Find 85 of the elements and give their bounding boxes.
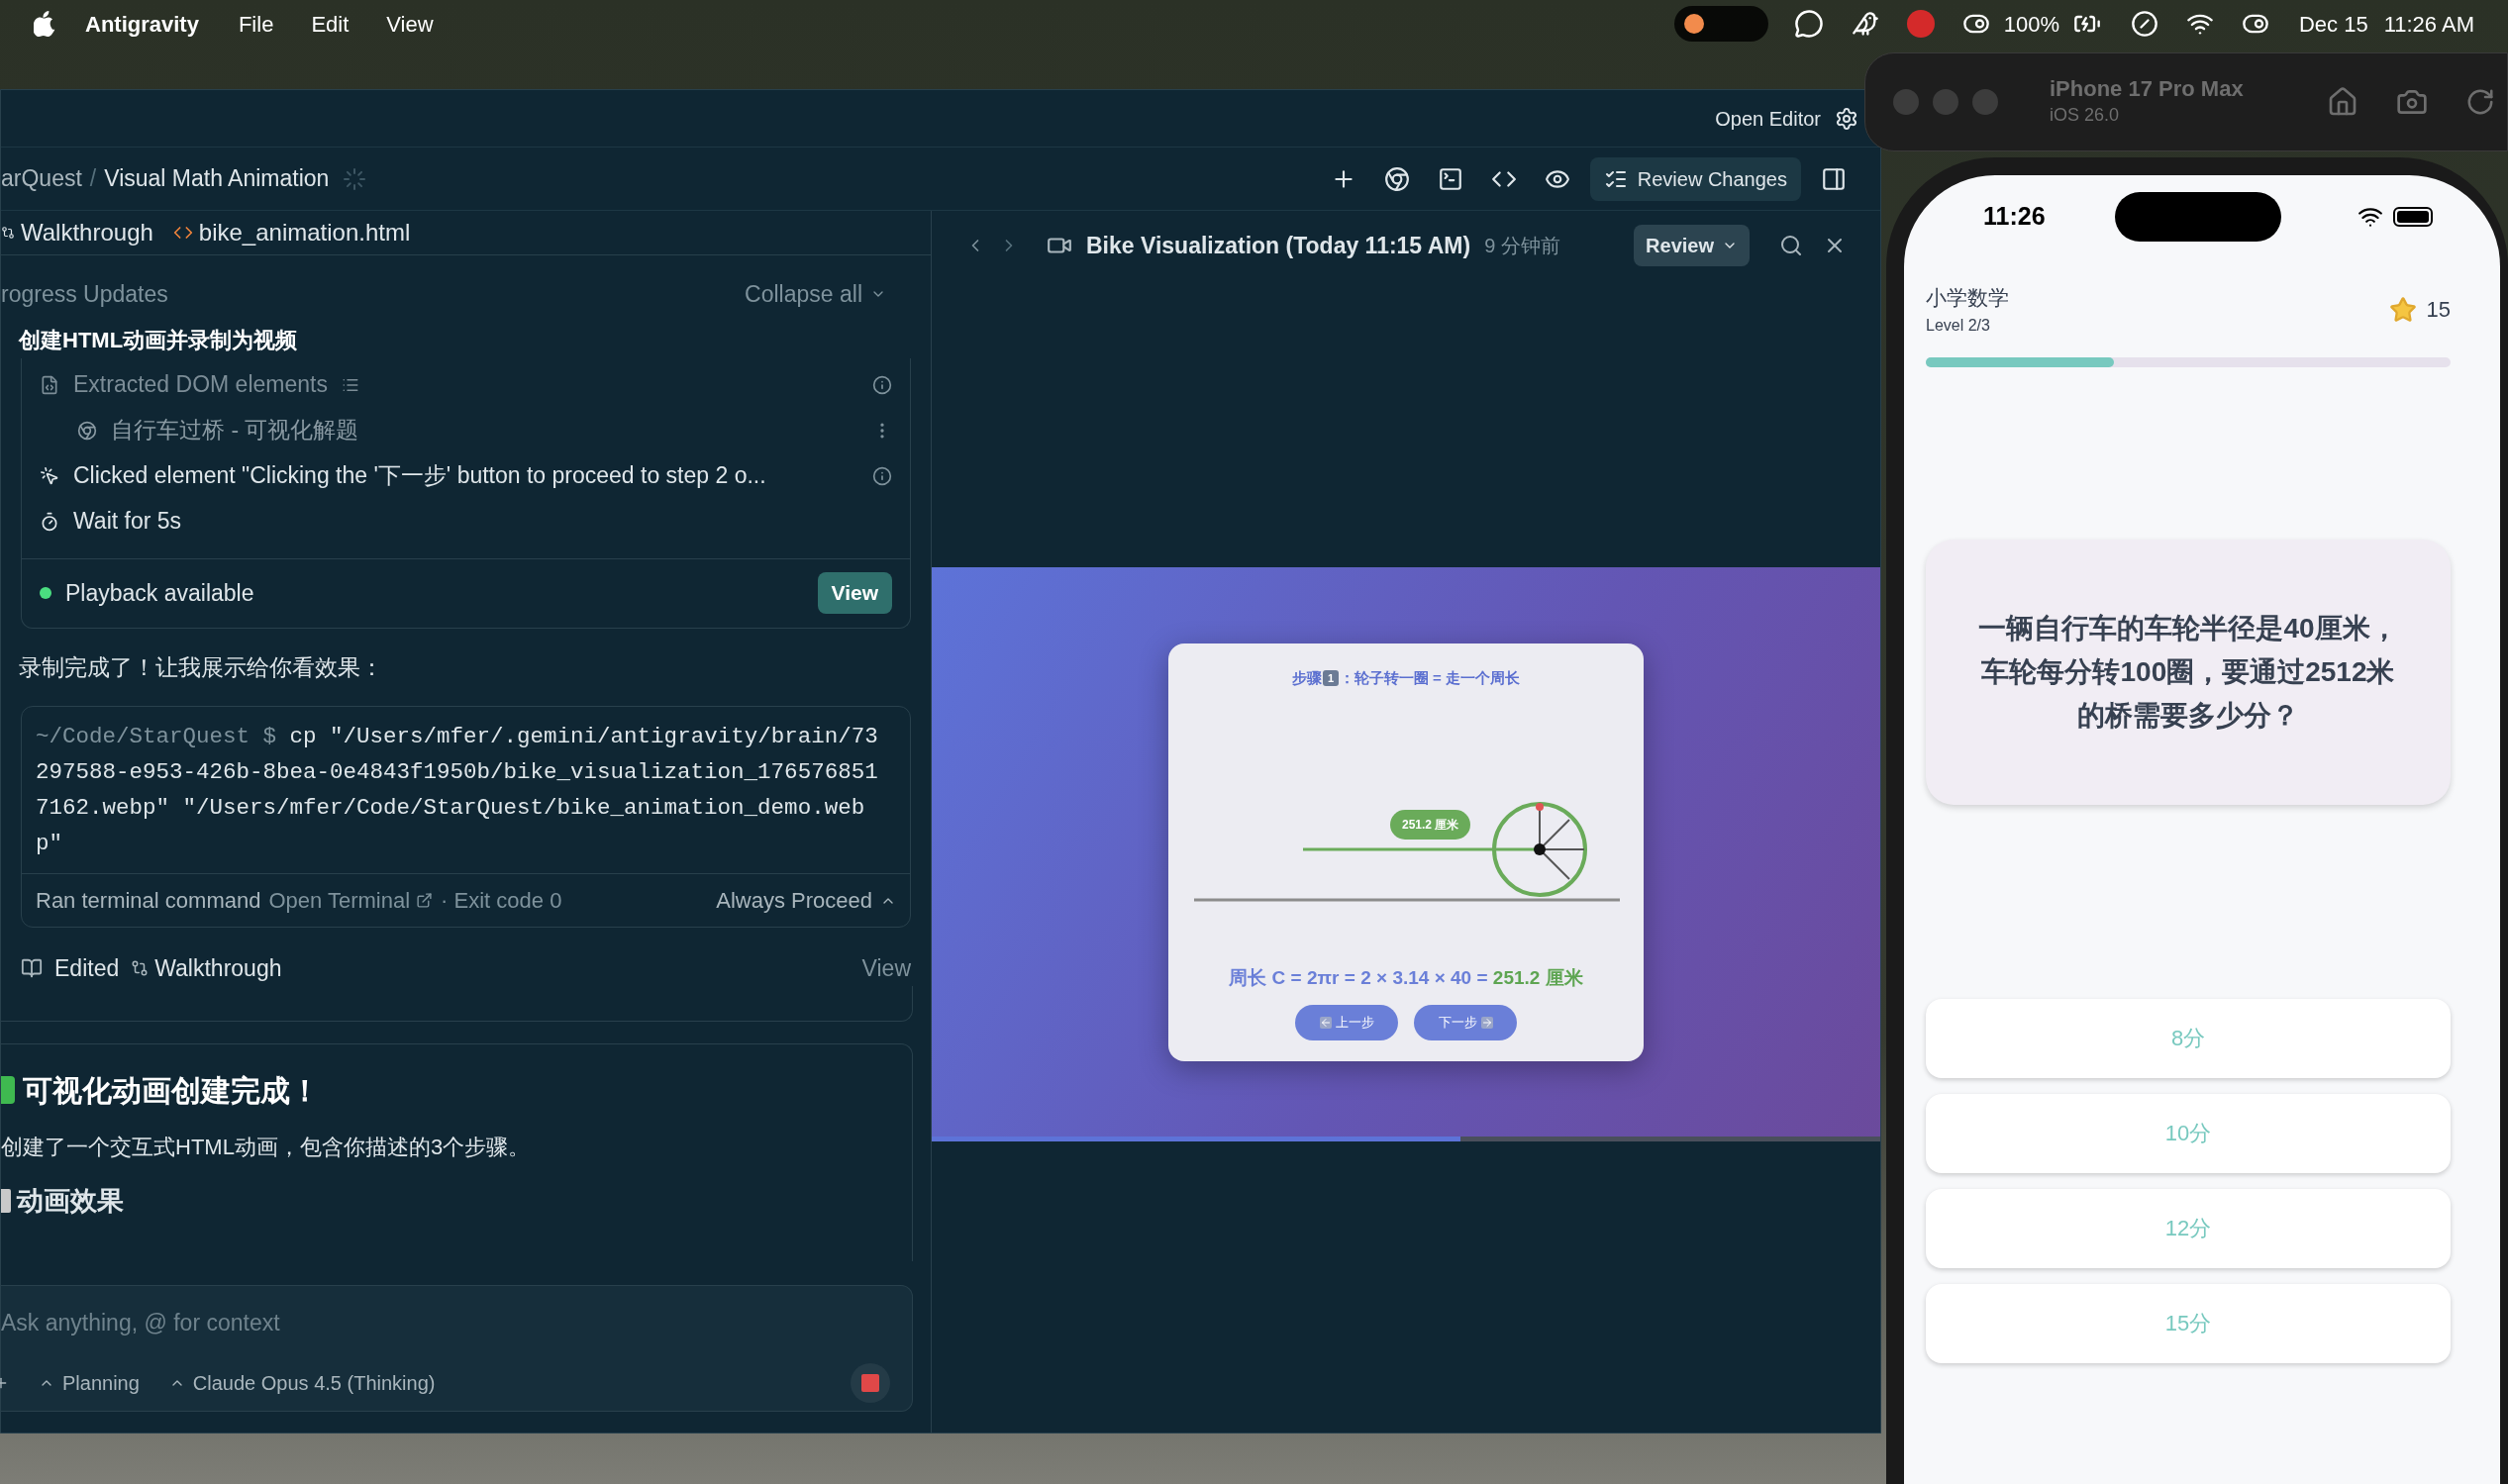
preview-title: Bike Visualization (Today 11:15 AM) — [1086, 231, 1471, 260]
previous-step-button[interactable]: 上一步 — [1295, 1004, 1398, 1040]
battery-icon — [2393, 207, 2433, 227]
battery-percent: 100% — [2003, 10, 2059, 39]
home-icon[interactable] — [2327, 86, 2358, 118]
stop-icon — [861, 1374, 879, 1392]
view-button[interactable]: View — [817, 572, 892, 614]
edited-file[interactable]: Walkthrough — [154, 951, 282, 986]
step-text: Clicked element "Clicking the '下一步' button to proceed to step 2 o... — [73, 461, 766, 491]
playback-text: Playback available — [65, 578, 255, 608]
step-text: 自行车过桥 - 可视化解题 — [111, 416, 359, 445]
step-title: 步骤 — [1291, 667, 1322, 688]
info-icon[interactable] — [872, 465, 892, 486]
panel-toggle-icon[interactable] — [1821, 165, 1847, 192]
menu-item[interactable]: View — [386, 7, 434, 41]
circle-logo-icon[interactable] — [2130, 10, 2158, 38]
edited-label: Edited — [54, 954, 120, 983]
view-link[interactable]: View — [861, 951, 911, 986]
breadcrumb-item[interactable]: arQuest — [1, 161, 82, 196]
mode-selector[interactable]: Planning — [39, 1368, 140, 1398]
file-icon — [40, 374, 59, 395]
level-text: Level 2/3 — [1926, 315, 1991, 336]
section-title: rogress Updates — [1, 280, 168, 309]
formula-text: 周长 C = 2πr = 2 × 3.14 × 40 = 251.2 厘米 — [1229, 966, 1583, 990]
breadcrumb-item[interactable]: Visual Math Animation — [104, 161, 330, 196]
terminal-status: Ran terminal command — [36, 887, 261, 915]
apple-logo-icon[interactable] — [34, 11, 55, 37]
step-description: ：轮子转一圈 = 走一个周长 — [1339, 667, 1521, 688]
menu-item[interactable]: File — [238, 7, 274, 41]
file-tab[interactable]: bike_animation.html — [172, 215, 411, 250]
terminal-command: ~/Code/StarQuest $ cp "/Users/mfer/.gemini/antigravity/brain/73297588-e953-426b-8bea-0e4843f1950b/bike_visualization_1765768517162.webp" "/Users/mfer/Code/StarQuest/bike_animation_demo.webp" — [35, 723, 879, 858]
message-text: 录制完成了！让我展示给你看效果： — [19, 652, 384, 682]
exit-code: · Exit code 0 — [441, 887, 562, 915]
review-button[interactable]: Review — [1634, 225, 1750, 266]
open-terminal-link[interactable]: Open Terminal — [268, 884, 434, 917]
external-link-icon — [416, 892, 434, 909]
menu-date: Dec 15 — [2298, 10, 2368, 39]
open-editor-button[interactable]: Open Editor — [1715, 103, 1821, 134]
distance-label: 251.2 厘米 — [1390, 810, 1471, 840]
arrow-right-icon — [1480, 1016, 1493, 1029]
step-text: Wait for 5s — [73, 507, 182, 537]
browser-icon — [77, 420, 97, 441]
rotate-icon[interactable] — [2465, 87, 2495, 117]
status-pill[interactable] — [1673, 6, 1768, 42]
summary-subheading: 动画效果 — [17, 1184, 124, 1218]
terminal-icon[interactable] — [1437, 165, 1463, 192]
settings-icon[interactable] — [1835, 106, 1858, 131]
file-tab[interactable]: Walkthrough — [1, 215, 153, 250]
model-selector[interactable]: Claude Opus 4.5 (Thinking) — [168, 1368, 436, 1398]
timer-icon — [40, 511, 59, 532]
stop-button[interactable] — [851, 1363, 890, 1403]
info-icon[interactable] — [872, 374, 892, 395]
search-icon[interactable] — [1779, 234, 1803, 257]
next-step-button[interactable]: 下一步 — [1414, 1004, 1517, 1040]
preview-time: 9 分钟前 — [1484, 234, 1560, 258]
diff-icon — [131, 959, 150, 978]
book-icon — [21, 957, 43, 980]
step-text: Extracted DOM elements — [73, 370, 328, 400]
pointer-click-icon — [40, 465, 59, 486]
chat-input[interactable]: Ask anything, @ for context Planning Claude Opus 4.5 (Thinking) — [1, 1284, 913, 1412]
question-text: 一辆自行车的车轮半径是40厘米，车轮每分转100圈，要通过2512米的桥需要多少分？ — [1977, 611, 2399, 733]
summary-text: 创建了一个交互式HTML动画，包含你描述的3个步骤。 — [1, 1133, 532, 1161]
always-proceed-button[interactable]: Always Proceed — [716, 884, 896, 917]
star-icon — [2388, 295, 2417, 324]
phone-time: 11:26 — [1983, 201, 2046, 233]
bird-icon[interactable] — [1851, 10, 1879, 38]
breadcrumb-separator: / — [89, 164, 97, 194]
review-changes-button[interactable]: Review Changes — [1589, 156, 1801, 201]
browser-icon[interactable] — [1383, 165, 1410, 192]
device-name: iPhone 17 Pro Max — [2050, 75, 2244, 102]
arrow-left-icon — [1319, 1016, 1332, 1029]
star-count: 15 — [2426, 296, 2451, 325]
step-number-badge: 1 — [1322, 669, 1339, 686]
chat-bubbles-icon[interactable] — [1793, 9, 1824, 39]
app-title: 小学数学 — [1926, 285, 2009, 311]
app-name[interactable]: Antigravity — [85, 7, 199, 41]
task-title: 创建HTML动画并录制为视频 — [19, 326, 299, 354]
summary-heading: 可视化动画创建完成！ — [23, 1072, 320, 1109]
app-status-icon — [1683, 14, 1704, 34]
os-version: iOS 26.0 — [2050, 103, 2121, 127]
menu-time: 11:26 AM — [2383, 10, 2474, 39]
input-placeholder: Ask anything, @ for context — [1, 1308, 281, 1337]
collapse-all-button[interactable]: Collapse all — [745, 277, 886, 312]
menu-item[interactable]: Edit — [311, 7, 350, 41]
spinner-icon — [343, 166, 367, 191]
